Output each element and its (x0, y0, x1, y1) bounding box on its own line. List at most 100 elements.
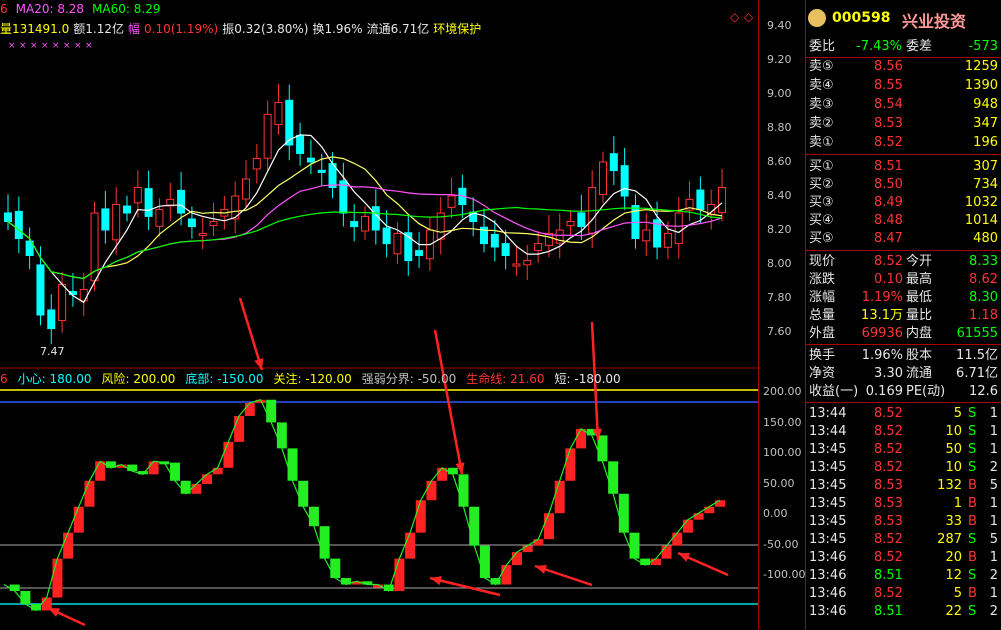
tick-side: B (968, 478, 977, 493)
tick-side: S (968, 460, 977, 475)
stat-row: 现价 8.52 今开 8.33 (806, 253, 1001, 271)
indicator-bar (704, 506, 715, 514)
ask-volume: 196 (973, 135, 998, 150)
indicator-bar (565, 448, 576, 481)
finance-label: PE(动) (906, 384, 946, 399)
indicator-bar (20, 591, 31, 604)
candle-body (4, 212, 12, 222)
ask-volume: 948 (973, 97, 998, 112)
indicator-item-4: 关注: -120.00 (273, 372, 352, 386)
weicha-value: -573 (968, 39, 998, 54)
indicator-bar (544, 513, 555, 540)
price-tick: 8.40 (767, 189, 792, 202)
candle-body (198, 232, 207, 236)
ask-price: 8.55 (874, 78, 903, 93)
ask-label: 卖① (809, 135, 834, 150)
price-tick: 7.80 (767, 291, 792, 304)
indicator-bar (405, 532, 416, 559)
candle-body (512, 263, 521, 267)
tick-side: S (968, 604, 977, 619)
bid-volume: 1032 (964, 195, 998, 210)
stat-value: 13.1万 (861, 308, 903, 323)
candle-body (263, 113, 272, 159)
candle-body (361, 215, 369, 232)
weicha-label: 委差 (906, 39, 933, 54)
candle-body (577, 212, 586, 228)
ask-price: 8.54 (874, 97, 903, 112)
stock-code: 000598 (832, 10, 891, 26)
indicator-bar (9, 584, 20, 592)
candle-body (177, 189, 186, 214)
tick-time: 13:45 (809, 514, 847, 529)
price-tick: 8.20 (767, 223, 792, 236)
indicator-item-1: 小心: 180.00 (17, 372, 92, 386)
finance-label: 换手 (809, 348, 836, 363)
candlestick-chart: × × × × × × × × (0, 41, 758, 627)
tick-volume: 10 (945, 460, 962, 475)
tick-row: 13:45 8.53 33 B 1 (806, 513, 1001, 531)
tick-price: 8.52 (874, 442, 903, 457)
tick-row: 13:45 8.52 10 S 2 (806, 459, 1001, 477)
ask-row: 卖① 8.52 196 (806, 134, 1001, 152)
tick-volume: 5 (953, 406, 962, 421)
tick-row: 13:45 8.53 1 B 1 (806, 495, 1001, 513)
candle-body (242, 178, 250, 200)
candle-body (36, 264, 45, 316)
bid-price: 8.50 (874, 177, 903, 192)
tick-count: 2 (989, 604, 998, 619)
ask-label: 卖③ (809, 97, 834, 112)
stat-value: 1.18 (969, 308, 998, 323)
indicator-bar (308, 506, 319, 527)
tick-time: 13:44 (809, 406, 847, 421)
tick-volume: 22 (945, 604, 962, 619)
candle-body (317, 169, 326, 173)
tick-time: 13:45 (809, 478, 847, 493)
ask-label: 卖② (809, 116, 834, 131)
candle-body (58, 283, 67, 321)
tick-side: S (968, 532, 977, 547)
candle-body (501, 243, 510, 257)
indicator-bar (608, 461, 619, 494)
candle-body (663, 232, 672, 248)
candle-body (696, 189, 705, 211)
finance-row: 净资 3.30 流通 6.71亿 (806, 365, 1001, 383)
price-tick: 8.00 (767, 257, 792, 270)
tick-count: 2 (989, 460, 998, 475)
tick-time: 13:45 (809, 460, 847, 475)
indicator-bar (458, 474, 469, 507)
bid-label: 买③ (809, 195, 834, 210)
price-axis: 9.40 9.20 9.00 8.80 8.60 8.40 8.20 8.00 7.80 7.60… (758, 0, 806, 630)
signal-mark: × (41, 41, 49, 51)
tick-side: S (968, 568, 977, 583)
candle-body (393, 232, 402, 255)
finance-value: 11.5亿 (956, 348, 998, 363)
kline-chart-area[interactable]: 6 MA20: 8.28 MA60: 8.29 量131491.0 额1.12亿幅 0.… (0, 0, 758, 630)
tick-time: 13:46 (809, 550, 847, 565)
candle-body (620, 165, 629, 197)
candle-body (534, 243, 543, 251)
weibi-value: -7.43% (856, 39, 902, 54)
indicator-bar (180, 480, 191, 494)
ask-price: 8.53 (874, 116, 903, 131)
tick-volume: 10 (945, 424, 962, 439)
stat-row: 涨跌 0.10 最高 8.62 (806, 271, 1001, 289)
tick-time: 13:45 (809, 496, 847, 511)
indicator-bar (52, 558, 63, 598)
indicator-bar (212, 467, 223, 475)
finance-value: 12.6 (969, 384, 998, 399)
tick-price: 8.53 (874, 514, 903, 529)
price-tick: 8.80 (767, 121, 792, 134)
candle-body (599, 161, 607, 195)
signal-mark: × (74, 41, 82, 51)
indicator-bar (148, 461, 159, 475)
finance-row: 收益(一) 0.169 PE(动) 12.6 (806, 383, 1001, 401)
candle-body (123, 205, 131, 214)
price-tick: 9.00 (767, 87, 792, 100)
price-tick: 9.20 (767, 53, 792, 66)
ask-row: 卖③ 8.54 948 (806, 96, 1001, 114)
indicator-bar (330, 558, 341, 579)
indicator-bar (618, 493, 629, 533)
tick-row: 13:46 8.51 22 S 2 (806, 603, 1001, 621)
indicator-bar (191, 484, 202, 494)
tick-side: B (968, 514, 977, 529)
